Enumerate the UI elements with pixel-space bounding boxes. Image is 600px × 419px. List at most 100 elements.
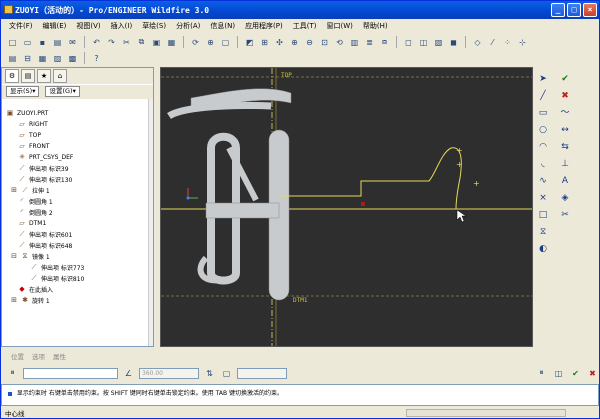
- confirm-feature-icon[interactable]: ✔: [569, 367, 582, 380]
- tree-item-protrusion-773[interactable]: ⟋ 伸出项 标识773: [30, 262, 85, 272]
- constraints-icon[interactable]: ⊥: [559, 158, 571, 170]
- arc-tool-icon[interactable]: ◠: [537, 141, 549, 153]
- datum-points-icon[interactable]: ⁘: [501, 36, 514, 49]
- tree-item-extrude-1[interactable]: ⊞ ⟋ 拉伸 1: [10, 185, 50, 195]
- menu-help[interactable]: 帮助(H): [363, 21, 388, 31]
- tree-item-round-1[interactable]: ◜ 倒圆角 1: [18, 196, 53, 206]
- fillet-tool-icon[interactable]: ◟: [537, 158, 549, 170]
- tree-item-mirror-1[interactable]: ⊟ ⧖ 镜像 1: [10, 251, 50, 261]
- preview-icon[interactable]: ◫: [552, 367, 565, 380]
- tree-item-protrusion-810[interactable]: ⟋ 伸出项 标识810: [30, 273, 85, 283]
- select-box-icon[interactable]: ▢: [219, 36, 232, 49]
- menu-tools[interactable]: 工具(T): [293, 21, 317, 31]
- new-file-icon[interactable]: □: [6, 36, 19, 49]
- tab-placement[interactable]: 位置: [11, 351, 24, 361]
- command-input[interactable]: [23, 367, 118, 379]
- thickness-input[interactable]: [237, 367, 287, 379]
- spline-icon[interactable]: ∿: [537, 175, 549, 187]
- thicken-icon[interactable]: ▢: [220, 367, 233, 380]
- cancel-feature-icon[interactable]: ✖: [586, 367, 599, 380]
- context-help-icon[interactable]: ?: [90, 52, 103, 65]
- spin-center-icon[interactable]: ✣: [273, 36, 286, 49]
- model-tree-icon[interactable]: ▤: [6, 52, 19, 65]
- repaint-icon[interactable]: ⊞: [258, 36, 271, 49]
- menu-applications[interactable]: 应用程序(P): [245, 21, 283, 31]
- dimension-tool-icon[interactable]: ↔: [559, 124, 571, 136]
- zoom-out-icon[interactable]: ⊖: [303, 36, 316, 49]
- point-tool-icon[interactable]: ×: [537, 192, 549, 204]
- show-dropdown[interactable]: 显示(S)▾: [6, 86, 40, 97]
- no-hidden-icon[interactable]: ▧: [432, 36, 445, 49]
- menu-info[interactable]: 信息(N): [210, 21, 235, 31]
- layer-tree-icon[interactable]: ⊟: [21, 52, 34, 65]
- tree-item-protrusion-130[interactable]: ⟋ 伸出项 标识130: [18, 174, 73, 184]
- zoom-in-icon[interactable]: ⊕: [288, 36, 301, 49]
- circle-tool-icon[interactable]: ○: [537, 124, 549, 136]
- tree-item-top[interactable]: ▱ TOP: [18, 130, 41, 140]
- tab-favorites[interactable]: ★: [37, 69, 51, 83]
- undo-icon[interactable]: ↶: [90, 36, 103, 49]
- view-manager-icon[interactable]: ⧈: [378, 36, 391, 49]
- tab-options[interactable]: 选项: [32, 351, 45, 361]
- tree-item-csys[interactable]: ✳ PRT_CSYS_DEF: [18, 152, 73, 162]
- rectangle-tool-icon[interactable]: ▭: [537, 107, 549, 119]
- paste-special-icon[interactable]: ▦: [165, 36, 178, 49]
- line-tool-icon[interactable]: ╱: [537, 90, 549, 102]
- print-icon[interactable]: ▤: [51, 36, 64, 49]
- tree-item-protrusion-39[interactable]: ⟋ 伸出项 标识39: [18, 163, 69, 173]
- tree-item-protrusion-648[interactable]: ⟋ 伸出项 标识648: [18, 240, 73, 250]
- trim-icon[interactable]: ✂: [559, 209, 571, 221]
- tab-model-tree[interactable]: ⚙: [5, 69, 19, 83]
- reorient-icon[interactable]: ⟲: [333, 36, 346, 49]
- copy-icon[interactable]: ⧉: [135, 36, 148, 49]
- tree-item-round-2[interactable]: ◜ 倒圆角 2: [18, 207, 53, 217]
- palette-icon[interactable]: ◈: [559, 192, 571, 204]
- tab-properties[interactable]: 属性: [53, 351, 66, 361]
- menu-sketch[interactable]: 草绘(S): [142, 21, 166, 31]
- layers-icon[interactable]: ≣: [363, 36, 376, 49]
- maximize-button[interactable]: □: [567, 3, 581, 17]
- menu-view[interactable]: 视图(V): [76, 21, 100, 31]
- menu-insert[interactable]: 插入(I): [111, 21, 133, 31]
- angle-icon[interactable]: ∠: [122, 367, 135, 380]
- minimize-button[interactable]: _: [551, 3, 565, 17]
- tree-item-protrusion-601[interactable]: ⟋ 伸出项 标识601: [18, 229, 73, 239]
- tree-item-front[interactable]: ▱ FRONT: [18, 141, 49, 151]
- hidden-line-icon[interactable]: ◫: [417, 36, 430, 49]
- sketch-orientation-icon[interactable]: ◩: [243, 36, 256, 49]
- email-icon[interactable]: ✉: [66, 36, 79, 49]
- tree-item-part[interactable]: ▣ ZUOYI.PRT: [6, 108, 49, 118]
- status-scrollbar[interactable]: [406, 409, 566, 417]
- tree-item-insert-here[interactable]: ◆ 在此插入: [18, 284, 53, 294]
- pause-feature-icon[interactable]: ⏸: [535, 367, 548, 380]
- datum-axes-icon[interactable]: ⁄: [486, 36, 499, 49]
- flip-icon[interactable]: ⇅: [203, 367, 216, 380]
- select-arrow-icon[interactable]: ➤: [537, 73, 549, 85]
- text-tool-icon[interactable]: A: [559, 175, 571, 187]
- refit-icon[interactable]: ⊡: [318, 36, 331, 49]
- tab-folder-browser[interactable]: ▤: [21, 69, 35, 83]
- accept-icon[interactable]: ✔: [559, 73, 571, 85]
- title-bar[interactable]: ZUOYI（活动的）- Pro/ENGINEER Wildfire 3.0 _ …: [1, 1, 599, 19]
- angle-input[interactable]: 360.00: [139, 367, 199, 379]
- coordinate-systems-icon[interactable]: ⊹: [516, 36, 529, 49]
- tree-item-dtm1[interactable]: ▱ DTM1: [18, 218, 46, 228]
- open-file-icon[interactable]: ▭: [21, 36, 34, 49]
- close-button[interactable]: ×: [583, 3, 597, 17]
- pause-icon[interactable]: ⏸: [6, 367, 19, 380]
- tree-item-revolve-1[interactable]: ⊞ ✱ 旋转 1: [10, 295, 50, 305]
- menu-analysis[interactable]: 分析(A): [176, 21, 200, 31]
- cut-icon[interactable]: ✂: [120, 36, 133, 49]
- paste-icon[interactable]: ▣: [150, 36, 163, 49]
- tab-connections[interactable]: ⌂: [53, 69, 67, 83]
- cancel-icon[interactable]: ✖: [559, 90, 571, 102]
- blend-icon[interactable]: ◐: [537, 243, 549, 255]
- graphics-window[interactable]: + + + TOP DTM1: [160, 67, 533, 347]
- expand-icon[interactable]: ⊞: [10, 296, 18, 304]
- menu-file[interactable]: 文件(F): [9, 21, 33, 31]
- collapse-icon[interactable]: ⊟: [10, 252, 18, 260]
- relations-icon[interactable]: ▦: [36, 52, 49, 65]
- find-icon[interactable]: ⊕: [204, 36, 217, 49]
- redo-icon[interactable]: ↷: [105, 36, 118, 49]
- save-icon[interactable]: ▪: [36, 36, 49, 49]
